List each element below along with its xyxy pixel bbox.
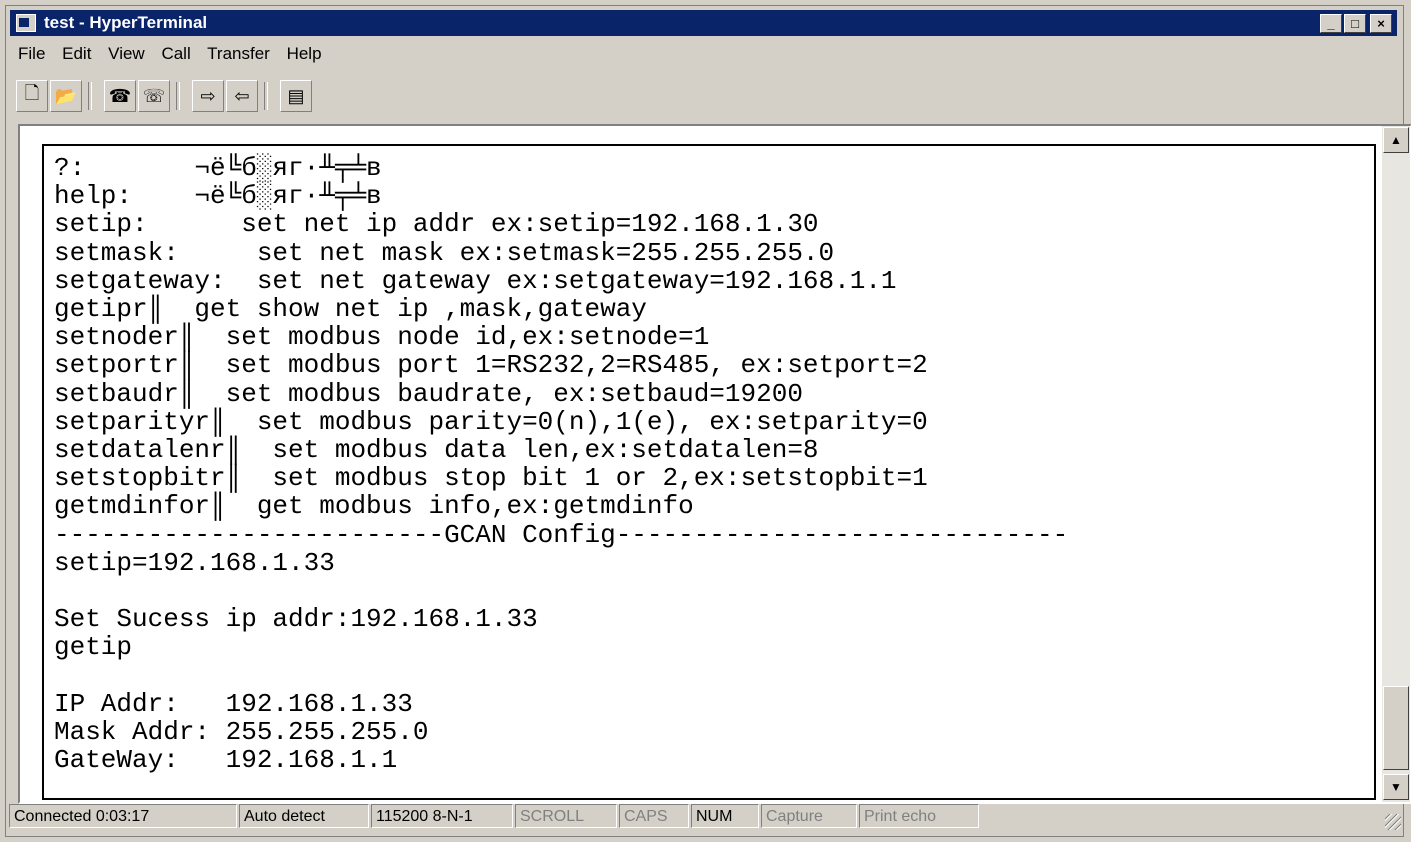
status-connected: Connected 0:03:17 — [9, 804, 237, 828]
vertical-scrollbar[interactable]: ▲ ▼ — [1382, 126, 1410, 802]
menu-bar: File Edit View Call Transfer Help — [18, 44, 334, 66]
terminal-line: setportr║ set modbus port 1=RS232,2=RS48… — [54, 350, 928, 381]
terminal-line: getip — [54, 632, 133, 663]
terminal-line: getmdinfor║ get modbus info,ex:getmdinfo — [54, 491, 694, 522]
terminal-line: GateWay: 192.168.1.1 — [54, 745, 398, 776]
terminal-line: Set Sucess ip addr:192.168.1.33 — [54, 604, 538, 635]
terminal-line: getipr║ get show net ip ,mask,gateway — [54, 294, 647, 325]
scroll-down-icon[interactable]: ▼ — [1383, 774, 1409, 800]
status-num: NUM — [691, 804, 759, 828]
minimize-button[interactable]: _ — [1320, 14, 1342, 33]
terminal-line: setbaudr║ set modbus baudrate, ex:setbau… — [54, 378, 803, 409]
window-title: test - HyperTerminal — [44, 13, 208, 32]
status-port-settings: 115200 8-N-1 — [371, 804, 513, 828]
terminal-line: -------------------------GCAN Config----… — [54, 519, 1069, 550]
status-bar: Connected 0:03:17 Auto detect 115200 8-N… — [5, 802, 1403, 832]
status-auto-detect: Auto detect — [239, 804, 369, 828]
terminal-line: Mask Addr: 255.255.255.0 — [54, 717, 429, 748]
menu-edit[interactable]: Edit — [62, 44, 91, 63]
status-capture: Capture — [761, 804, 857, 828]
terminal-line: setgateway: set net gateway ex:setgatewa… — [54, 265, 897, 296]
resize-grip-icon[interactable] — [1385, 814, 1401, 830]
menu-view[interactable]: View — [108, 44, 145, 63]
status-print-echo: Print echo — [859, 804, 979, 828]
open-icon[interactable]: 📂 — [50, 80, 82, 112]
terminal-line: setip: set net ip addr ex:setip=192.168.… — [54, 209, 819, 240]
toolbar-separator — [264, 82, 268, 110]
maximize-button[interactable]: □ — [1344, 14, 1366, 33]
scroll-up-icon[interactable]: ▲ — [1383, 127, 1409, 153]
terminal-line: ?: ¬ё╚б░яг·╨╤╧в — [54, 153, 382, 183]
menu-call[interactable]: Call — [161, 44, 190, 63]
app-icon[interactable] — [16, 14, 36, 32]
terminal-line: help: ¬ё╚б░яг·╨╤╧в — [54, 181, 382, 212]
title-bar[interactable]: test - HyperTerminal _ □ × — [10, 10, 1397, 36]
hyperterminal-window: test - HyperTerminal _ □ × File Edit Vie… — [5, 5, 1411, 837]
toolbar-separator — [176, 82, 180, 110]
terminal-line: setip=192.168.1.33 — [54, 547, 335, 578]
terminal-line: setdatalenr║ set modbus data len,ex:setd… — [54, 435, 819, 466]
terminal-line: setmask: set net mask ex:setmask=255.255… — [54, 237, 835, 268]
terminal-area: ?: ¬ё╚б░яг·╨╤╧в help: ¬ё╚б░яг·╨╤╧в setip… — [18, 124, 1411, 804]
status-caps: CAPS — [619, 804, 689, 828]
send-icon[interactable]: ⇨ — [192, 80, 224, 112]
menu-help[interactable]: Help — [287, 44, 322, 63]
close-button[interactable]: × — [1370, 14, 1392, 33]
status-scroll: SCROLL — [515, 804, 617, 828]
new-icon[interactable]: 🗋 — [16, 80, 48, 112]
menu-transfer[interactable]: Transfer — [207, 44, 270, 63]
terminal-line: setparityr║ set modbus parity=0(n),1(e),… — [54, 406, 928, 437]
dial-icon[interactable]: ☏ — [138, 80, 170, 112]
terminal-screen[interactable]: ?: ¬ё╚б░яг·╨╤╧в help: ¬ё╚б░яг·╨╤╧в setip… — [42, 144, 1376, 800]
terminal-output: ?: ¬ё╚б░яг·╨╤╧в help: ¬ё╚б░яг·╨╤╧в setip… — [54, 153, 1069, 798]
disconnect-icon[interactable]: ☎ — [104, 80, 136, 112]
receive-icon[interactable]: ⇦ — [226, 80, 258, 112]
properties-icon[interactable]: ▤ — [280, 80, 312, 112]
terminal-line: setstopbitr║ set modbus stop bit 1 or 2,… — [54, 463, 928, 494]
scroll-thumb[interactable] — [1383, 686, 1409, 770]
terminal-line: setnoder║ set modbus node id,ex:setnode=… — [54, 322, 710, 353]
menu-file[interactable]: File — [18, 44, 45, 63]
toolbar-separator — [88, 82, 92, 110]
terminal-line: IP Addr: 192.168.1.33 — [54, 688, 413, 719]
